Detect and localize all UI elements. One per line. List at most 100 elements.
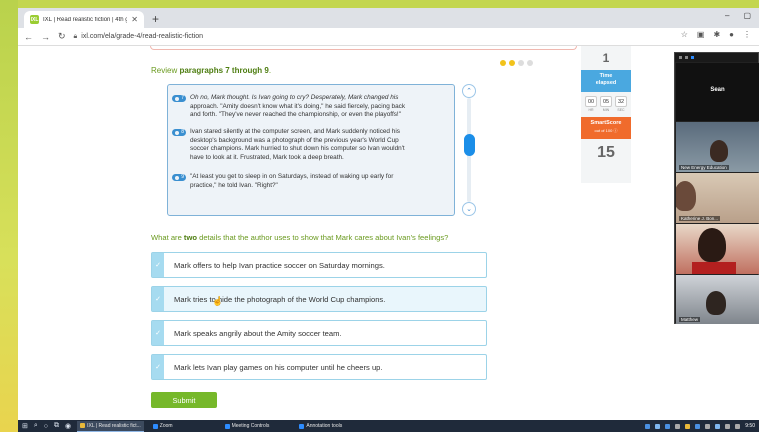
smartscore-label: SmartScore [590, 120, 622, 126]
reload-icon[interactable]: ↻ [58, 31, 66, 42]
zoom-toolbar [675, 53, 758, 62]
paragraph-number: 9 [172, 174, 186, 181]
tray-icon[interactable] [715, 423, 721, 429]
taskbar-app-ixl[interactable]: IXL | Read realistic fict... [77, 420, 144, 432]
window-controls: – ▢ [725, 11, 751, 20]
zoom-gallery-panel: Sean New Energy Education Katherine J. B… [674, 52, 759, 324]
paragraph-line: soccer champions. Mark hurried to shut d… [190, 145, 405, 153]
timer-hours: 00 HR [585, 96, 597, 112]
participant-video [710, 140, 728, 162]
taskbar-app-annotation[interactable]: Annotation tools [296, 421, 345, 432]
progress-dot [509, 60, 515, 66]
zoom-control-icon[interactable] [685, 56, 688, 59]
ixl-stats-panel: 1 Time elapsed 00 HR 05 MIN 32 SEC SmartSco… [581, 46, 631, 183]
new-tab-icon[interactable]: + [152, 12, 159, 26]
puzzle-icon[interactable]: ✱ [713, 30, 720, 39]
participant-name: Katherine J. Bon... [679, 216, 721, 221]
minimize-icon[interactable]: – [725, 11, 729, 20]
scroll-thumb[interactable] [464, 134, 475, 156]
scroll-up-icon[interactable]: ⌃ [462, 84, 476, 98]
taskbar-app-label: Meeting Controls [231, 423, 270, 429]
taskbar-app-zoom[interactable]: Zoom [150, 421, 176, 432]
timer: 00 HR 05 MIN 32 SEC [581, 92, 631, 112]
tray-icon[interactable] [705, 423, 711, 429]
paragraph-9: 9 "At least you get to sleep in on Satur… [172, 173, 440, 190]
choice-text: Mark tries to hide the photograph of the… [174, 294, 386, 304]
tray-icon[interactable] [725, 423, 731, 429]
review-instruction: Review paragraphs 7 through 9. [151, 66, 271, 75]
time-label: elapsed [595, 80, 617, 86]
zoom-tile-sean[interactable]: Sean [676, 63, 759, 121]
star-icon[interactable]: ☆ [681, 30, 688, 39]
windows-start-icon[interactable]: ⊞ [22, 422, 28, 430]
back-icon[interactable]: ← [24, 32, 33, 42]
answer-choice[interactable]: ✓ Mark offers to help Ivan practice socc… [151, 252, 487, 278]
lock-icon: 🔒︎ [73, 32, 78, 40]
answer-choice[interactable]: ✓ Mark tries to hide the photograph of t… [151, 286, 487, 312]
info-icon[interactable]: ⓘ [613, 128, 617, 133]
paragraph-line: and forth. "They've never reached the ch… [190, 111, 401, 119]
passage-box: 7 Oh no, Mark thought. Is Ivan going to … [167, 84, 455, 216]
scroll-down-icon[interactable]: ⌄ [462, 202, 476, 216]
tab-strip: IXL IXL | Read realistic fiction | 4th g… [18, 8, 759, 28]
taskbar-app-meeting-controls[interactable]: Meeting Controls [222, 421, 273, 432]
paragraph-number: 8 [172, 129, 186, 136]
tab-title: IXL | Read realistic fiction | 4th g [43, 16, 128, 23]
tray-icon[interactable] [695, 423, 701, 429]
clock[interactable]: 9:50 [745, 423, 755, 429]
paragraph-line: "At least you get to sleep in on Saturda… [190, 173, 394, 180]
smartscore-value: 15 [597, 144, 615, 161]
browser-window: IXL IXL | Read realistic fiction | 4th g… [18, 8, 759, 420]
passage-scrollbar[interactable]: ⌃ ⌄ [462, 84, 476, 216]
review-suffix: . [268, 66, 272, 75]
question-bold: two [183, 233, 197, 242]
ixl-content: Review paragraphs 7 through 9. 7 Oh no, … [18, 46, 759, 420]
menu-icon[interactable]: ⋮ [743, 30, 751, 39]
address-bar: ← → ↻ 🔒︎ ixl.com/ela/grade-4/read-realis… [18, 28, 759, 46]
answer-choice[interactable]: ✓ Mark speaks angrily about the Amity so… [151, 320, 487, 346]
tray-icon[interactable] [645, 423, 651, 429]
question-prompt: What are two details that the author use… [151, 233, 448, 242]
url-field[interactable]: 🔒︎ ixl.com/ela/grade-4/read-realistic-fi… [74, 33, 204, 41]
tray-icon[interactable] [655, 423, 661, 429]
maximize-icon[interactable]: ▢ [743, 11, 751, 20]
browser-tab-ixl[interactable]: IXL IXL | Read realistic fiction | 4th g… [24, 11, 144, 28]
zoom-tile-participant[interactable] [676, 224, 759, 274]
zoom-tile-katherine[interactable]: Katherine J. Bon... [676, 173, 759, 223]
zoom-control-icon[interactable] [691, 56, 694, 59]
search-icon[interactable]: ⌕ [34, 422, 38, 430]
task-view-icon[interactable]: ⧉ [54, 422, 59, 430]
checkmark-icon: ✓ [152, 321, 164, 345]
zoom-control-icon[interactable] [679, 56, 682, 59]
zoom-tile-matthew[interactable]: Matthew [676, 275, 759, 324]
forward-icon[interactable]: → [41, 32, 50, 42]
submit-button[interactable]: Submit [151, 392, 217, 408]
question-number: 1 [602, 51, 610, 65]
progress-dots [500, 60, 533, 66]
profile-icon[interactable]: ● [729, 30, 734, 39]
chrome-icon[interactable]: ◉ [65, 422, 71, 430]
zoom-app-icon [152, 423, 158, 429]
extension-icons: ☆ ▣ ✱ ● ⋮ [681, 30, 751, 39]
chrome-app-icon [80, 423, 86, 428]
progress-dot [518, 60, 524, 66]
review-prefix: Review [151, 66, 180, 75]
progress-dot [527, 60, 533, 66]
taskbar-app-label: Zoom [159, 423, 173, 429]
paragraph-line: Oh no, Mark thought. Is Ivan going to cr… [190, 94, 399, 101]
cortana-icon[interactable]: ○ [44, 423, 48, 430]
tray-icon[interactable] [735, 423, 741, 429]
tray-icon[interactable] [675, 423, 681, 429]
paragraph-line: have to look at it. Frustrated, Mark too… [190, 153, 344, 161]
extension-icon[interactable]: ▣ [697, 30, 705, 39]
taskbar-app-label: Annotation tools [306, 423, 343, 429]
question-prefix: What are [151, 233, 184, 242]
tray-icon[interactable] [685, 423, 691, 429]
answer-choice[interactable]: ✓ Mark lets Ivan play games on his compu… [151, 354, 487, 380]
zoom-tile-education[interactable]: New Energy Education [676, 122, 759, 172]
zoom-app-icon [224, 423, 230, 429]
time-elapsed-header: Time elapsed [581, 70, 631, 92]
tray-icon[interactable] [665, 423, 671, 429]
close-tab-icon[interactable]: ✕ [131, 15, 138, 24]
paragraph-7: 7 Oh no, Mark thought. Is Ivan going to … [172, 94, 440, 120]
